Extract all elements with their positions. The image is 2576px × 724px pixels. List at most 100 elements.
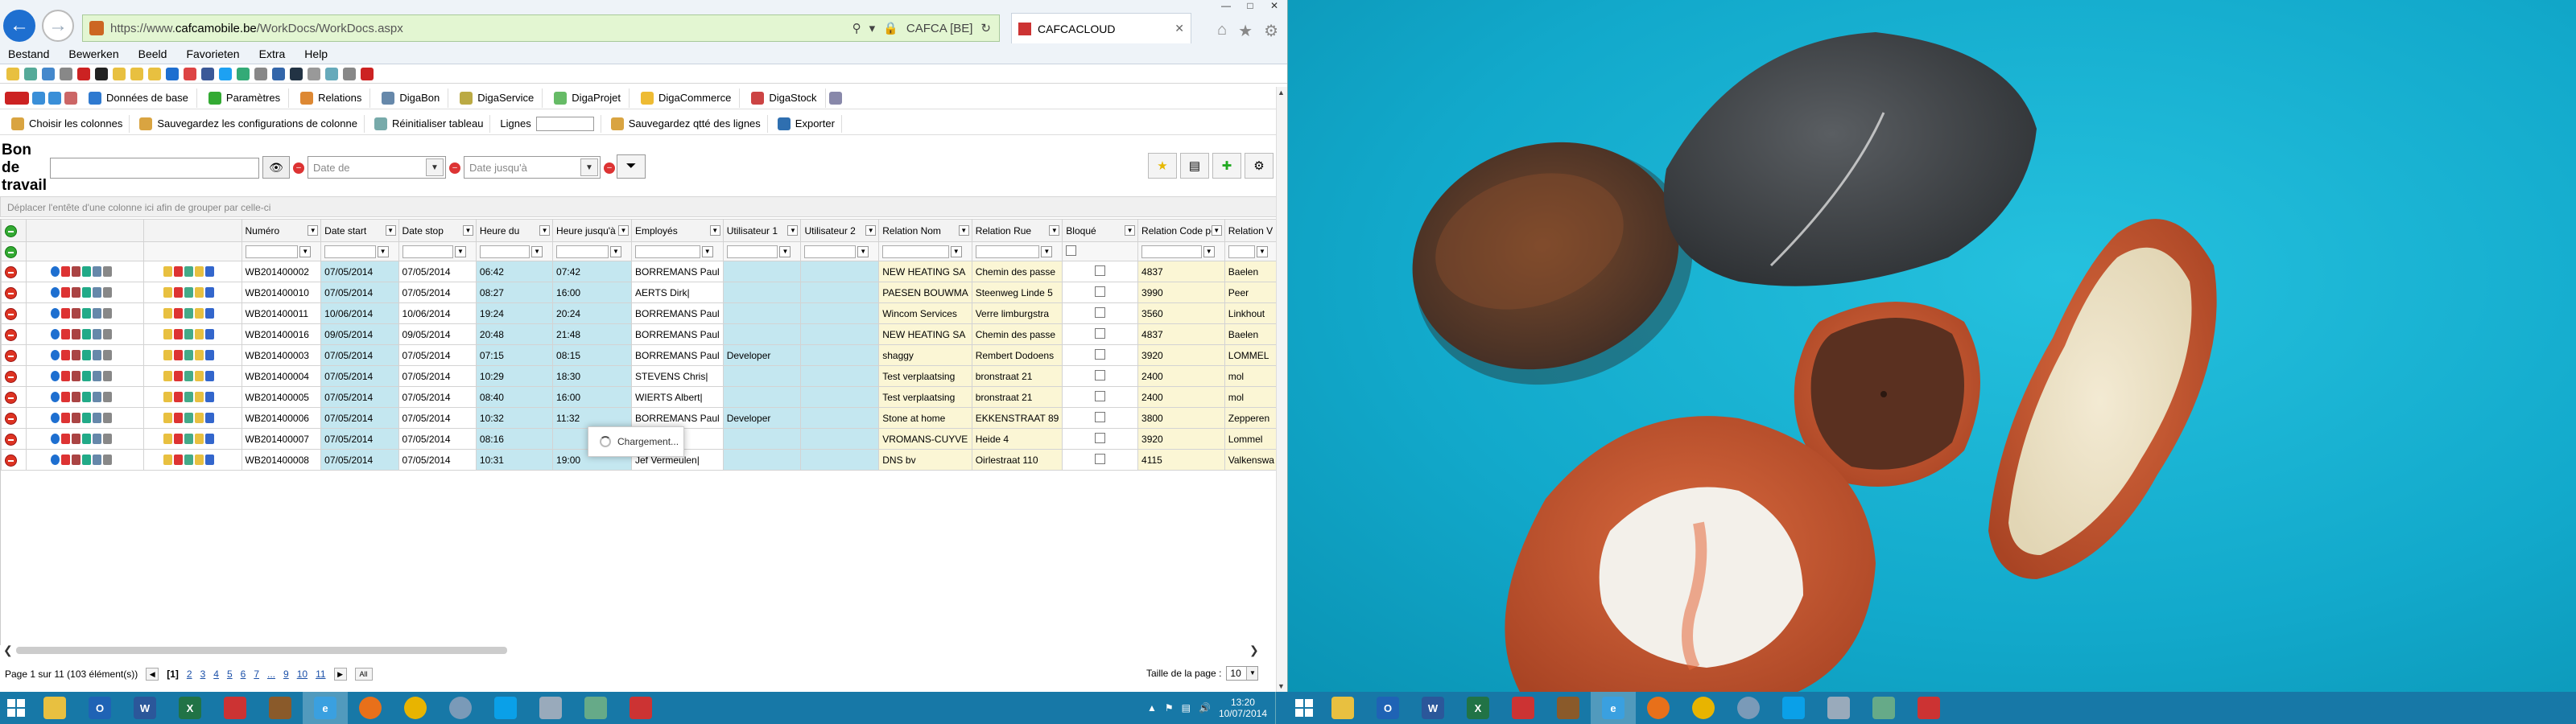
menu-extra[interactable]: Extra (259, 47, 286, 60)
info-icon[interactable] (51, 350, 60, 360)
vertical-scrollbar[interactable]: ▲ ▼ (1276, 87, 1287, 692)
address-bar[interactable]: https://www.cafcamobile.be/WorkDocs/Work… (82, 14, 1000, 42)
info-icon[interactable] (51, 434, 60, 444)
col-header-bloque[interactable]: Bloqué ▼ (1062, 219, 1139, 242)
car-icon[interactable] (61, 371, 71, 381)
table-row[interactable]: WB201400006 07/05/2014 07/05/2014 10:32 11:3… (1, 407, 1278, 429)
favorite-link-icon[interactable] (201, 67, 214, 80)
menu-bewerken[interactable]: Bewerken (68, 47, 118, 60)
filter-funnel-icon[interactable]: ▼ (454, 245, 466, 257)
pager-page-link[interactable]: 4 (213, 668, 219, 680)
favorite-button[interactable]: ★ (1148, 153, 1177, 179)
taskbar-excel[interactable]: X (167, 692, 213, 724)
filter-funnel-icon[interactable]: ▼ (610, 245, 621, 257)
status-icon[interactable] (204, 350, 214, 360)
clock[interactable]: 13:20 10/07/2014 (1219, 697, 1267, 719)
tray-network-icon[interactable]: ▤ (1182, 702, 1191, 714)
status-icon[interactable] (173, 434, 183, 444)
info-icon[interactable] (51, 266, 60, 277)
favorite-link-icon[interactable] (325, 67, 338, 80)
status-icon[interactable] (184, 455, 193, 465)
status-icon[interactable] (163, 413, 172, 423)
bloque-checkbox[interactable] (1095, 453, 1106, 464)
status-icon[interactable] (194, 266, 204, 277)
col-header-relation-nom[interactable]: Relation Nom ▼ (878, 219, 972, 242)
taskbar-chrome[interactable] (1681, 692, 1726, 724)
status-icon[interactable] (184, 287, 193, 298)
print-icon[interactable] (103, 266, 113, 277)
status-icon[interactable] (173, 329, 183, 339)
prev-page-button[interactable]: ◀ (146, 668, 159, 681)
status-icon[interactable] (163, 392, 172, 402)
delete-row-icon[interactable] (5, 412, 17, 425)
filter-funnel-icon[interactable]: ▼ (779, 245, 791, 257)
table-row[interactable]: WB201400011 10/06/2014 10/06/2014 19:24 20:2… (1, 302, 1278, 324)
print-icon[interactable] (103, 392, 113, 402)
document-icon[interactable] (93, 371, 102, 381)
taskbar-firefox[interactable] (1636, 692, 1681, 724)
status-icon[interactable] (173, 266, 183, 277)
toolbar-digaservice[interactable]: DigaService (452, 88, 543, 108)
favorite-link-icon[interactable] (361, 67, 374, 80)
show-desktop-button[interactable] (1275, 692, 1280, 724)
favorites-star-icon[interactable]: ★ (1238, 21, 1253, 41)
status-icon[interactable] (173, 392, 183, 402)
lock-icon[interactable]: 🔒 (883, 21, 898, 35)
pager-ellipsis[interactable]: ... (267, 668, 275, 680)
print-icon[interactable] (103, 434, 113, 444)
person-icon[interactable] (72, 329, 81, 339)
search-button[interactable]: 👁 (262, 156, 290, 179)
favorite-link-icon[interactable] (343, 67, 356, 80)
status-icon[interactable] (204, 392, 214, 402)
taskbar-cafca-2[interactable] (1906, 692, 1951, 724)
car-icon[interactable] (61, 455, 71, 465)
back-button[interactable]: ← (3, 10, 35, 42)
car-icon[interactable] (61, 350, 71, 360)
page-size-select[interactable]: 10 ▼ (1226, 666, 1259, 681)
bloque-checkbox[interactable] (1095, 432, 1106, 443)
flag-icon[interactable] (82, 371, 92, 381)
favorite-link-icon[interactable] (130, 67, 143, 80)
status-icon[interactable] (194, 392, 204, 402)
toolbar-digabon[interactable]: DigaBon (374, 88, 449, 108)
browser-tab[interactable]: CAFCACLOUD ✕ (1011, 13, 1191, 43)
filter-funnel-icon[interactable]: ▼ (377, 245, 389, 257)
car-icon[interactable] (61, 392, 71, 402)
flag-icon[interactable] (82, 287, 92, 298)
start-button-secondary[interactable] (1288, 692, 1320, 724)
taskbar-word[interactable]: W (122, 692, 167, 724)
status-icon[interactable] (184, 371, 193, 381)
taskbar-skype[interactable] (1771, 692, 1816, 724)
pager-page-link[interactable]: 2 (187, 668, 192, 680)
pager-page-link[interactable]: 5 (227, 668, 233, 680)
pager-page-link[interactable]: 7 (254, 668, 259, 680)
status-icon[interactable] (184, 329, 193, 339)
taskbar-outlook[interactable]: O (1365, 692, 1410, 724)
clear-search-icon[interactable]: – (293, 162, 304, 174)
toolbar-relations[interactable]: Relations (292, 88, 371, 108)
favorite-link-icon[interactable] (42, 67, 55, 80)
bloque-checkbox[interactable] (1095, 265, 1106, 276)
info-icon[interactable] (51, 413, 60, 423)
status-icon[interactable] (184, 413, 193, 423)
flag-icon[interactable] (82, 329, 92, 339)
favorite-link-icon[interactable] (60, 67, 72, 80)
status-icon[interactable] (204, 266, 214, 277)
lines-input[interactable] (535, 116, 594, 131)
car-icon[interactable] (61, 266, 71, 277)
bloque-checkbox[interactable] (1095, 411, 1106, 422)
filter-funnel-icon[interactable]: ▼ (950, 245, 962, 257)
page-size-dropdown-icon[interactable]: ▼ (1246, 667, 1258, 680)
document-icon[interactable] (93, 413, 102, 423)
bloque-checkbox[interactable] (1095, 286, 1106, 297)
favorite-link-icon[interactable] (166, 67, 179, 80)
person-icon[interactable] (72, 434, 81, 444)
status-icon[interactable] (173, 308, 183, 319)
car-icon[interactable] (61, 308, 71, 319)
delete-row-icon[interactable] (5, 370, 17, 383)
add-row-icon[interactable] (5, 224, 17, 237)
status-icon[interactable] (204, 413, 214, 423)
status-icon[interactable] (163, 287, 172, 298)
status-icon[interactable] (204, 308, 214, 319)
status-icon[interactable] (204, 329, 214, 339)
